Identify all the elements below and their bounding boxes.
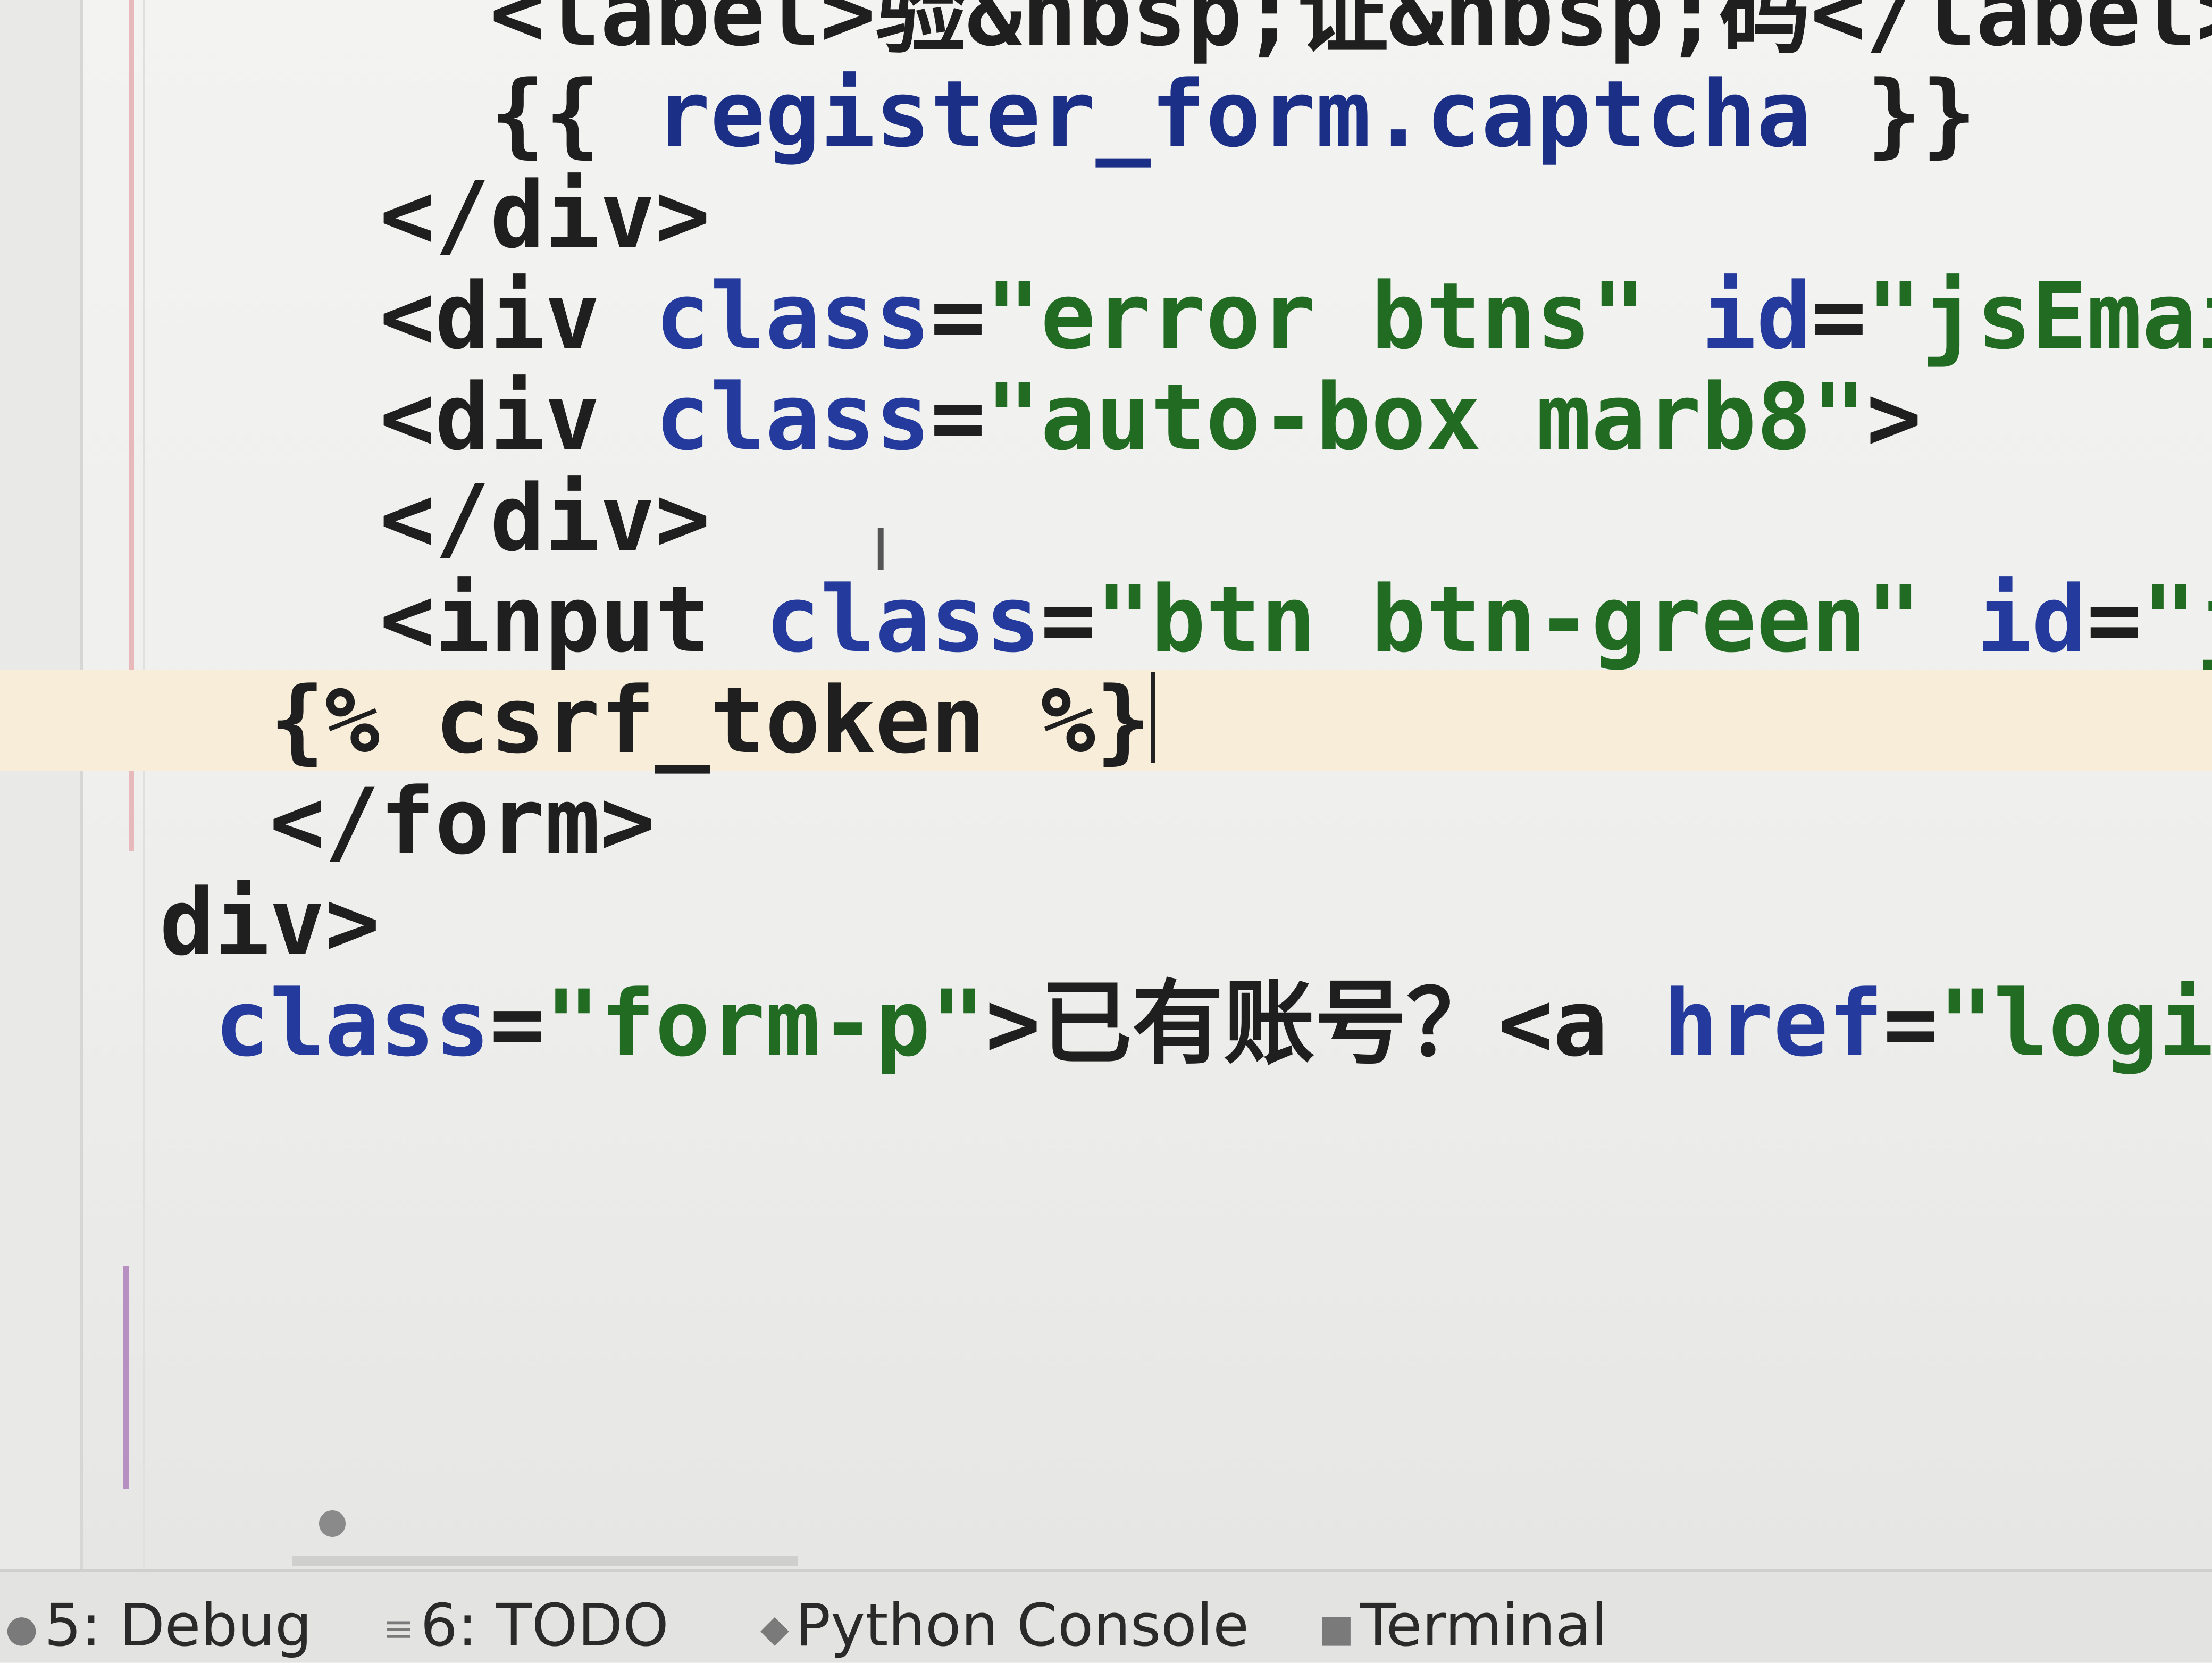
code-line-text: {{ register_form.captcha }} [160,61,1976,168]
code-token: <div [380,364,655,471]
todo-tab[interactable]: ≡ 6: TODO [383,1591,669,1660]
code-token: id [1701,263,1812,370]
code-content[interactable]: <label>验&nbsp;证&nbsp;码</label> {{ regist… [0,0,2212,1074]
code-token: </div> [380,465,710,572]
code-line-text: <input class="btn btn-green" id="jsEmai [160,566,2212,673]
text-cursor [1150,672,1155,763]
code-token: <div [380,263,655,370]
code-token: <label> [490,0,876,66]
python-icon: ◆ [760,1607,789,1650]
indent-guide [143,0,145,1569]
terminal-tab-label: Terminal [1360,1591,1608,1659]
code-token: = [930,263,986,370]
code-token: >已有账号？ [985,970,1498,1077]
code-line-text: div> [160,869,380,976]
code-token: class [765,566,1041,673]
code-token: </label> [1810,0,2212,66]
code-line-text: </form> [160,768,655,875]
code-token: <input [380,566,766,673]
code-line-text: <div class="error btns" id="jsEmailTips [160,263,2212,370]
terminal-icon: ■ [1319,1607,1354,1650]
code-line[interactable]: <input class="btn btn-green" id="jsEmai [160,569,2212,670]
code-token: "jsEmailTips [1866,263,2212,370]
code-line[interactable]: class="form-p">已有账号？<a href="login.html" [160,973,2212,1074]
todo-tab-label: 6: TODO [420,1591,669,1659]
code-line[interactable]: div> [160,872,2212,973]
gutter-divider [80,0,83,1569]
code-line-text: </div> [160,465,710,572]
code-line[interactable]: <div class="error btns" id="jsEmailTips [160,266,2212,367]
python-console-tab-label: Python Console [795,1591,1249,1659]
code-line-text: {% csrf_token %} [160,667,1155,774]
horizontal-scrollbar[interactable] [292,1556,798,1566]
code-token: </form> [270,768,655,875]
code-token: "form-p" [544,970,986,1077]
code-token: }} [1811,61,1977,168]
code-token: = [490,970,545,1077]
code-editor[interactable]: <label>验&nbsp;证&nbsp;码</label> {{ regist… [0,0,2212,1569]
code-line-text: <label>验&nbsp;证&nbsp;码</label> [160,0,2212,66]
code-line[interactable]: </div> [160,165,2212,266]
code-token: = [930,364,986,471]
code-token: = [1883,970,1939,1077]
python-console-tab[interactable]: ◆ Python Console [760,1591,1249,1660]
line-gutter[interactable] [0,0,80,1569]
code-line[interactable]: <div class="auto-box marb8"> [160,367,2212,468]
code-line[interactable]: {% csrf_token %} [0,667,2212,774]
code-token: div> [160,869,380,976]
breakpoint-dot-icon[interactable] [319,1510,346,1537]
debug-tab-label: 5: Debug [44,1591,312,1659]
code-token: class [214,970,490,1077]
code-line[interactable]: </form> [160,771,2212,872]
code-token: 验&nbsp;证&nbsp;码 [875,0,1811,66]
debug-tab[interactable]: ● 5: Debug [5,1591,312,1660]
mouse-ibeam-icon: I [872,516,890,584]
code-token: </div> [380,162,710,269]
code-token: <a [1497,970,1663,1077]
code-token: href [1663,970,1883,1077]
code-line[interactable]: {{ register_form.captcha }} [160,64,2212,165]
code-token: {% csrf_token %} [270,667,1151,774]
code-token: register_form.captcha [655,61,1812,168]
code-token: "auto-box marb8" [985,364,1867,471]
bottom-tool-window-bar: ● 5: Debug ≡ 6: TODO ◆ Python Console ■ Term… [0,1569,2212,1662]
code-token: = [2087,566,2142,673]
code-line-text: <div class="auto-box marb8"> [160,364,1922,471]
list-icon: ≡ [383,1607,414,1650]
code-token: = [1040,566,1096,673]
code-line[interactable]: <label>验&nbsp;证&nbsp;码</label> [160,0,2212,64]
debug-icon: ● [5,1607,38,1650]
code-token: > [1866,364,1922,471]
code-token: "jsEmai [2141,566,2212,673]
code-line-text: </div> [160,162,710,269]
code-token: = [1811,263,1867,370]
code-token: "error btns" [985,263,1646,370]
code-line-text: class="form-p">已有账号？<a href="login.html" [160,970,2212,1077]
vcs-change-marker-modified[interactable] [123,1266,129,1489]
code-token: "login.html" [1938,970,2212,1077]
code-line[interactable]: </div> [160,468,2212,569]
code-token: id [1976,566,2087,673]
code-token: class [655,364,931,471]
code-token: {{ [490,61,655,168]
code-token: class [655,263,931,370]
terminal-tab[interactable]: ■ Terminal [1319,1591,1607,1660]
code-token: "btn btn-green" [1095,566,1922,673]
